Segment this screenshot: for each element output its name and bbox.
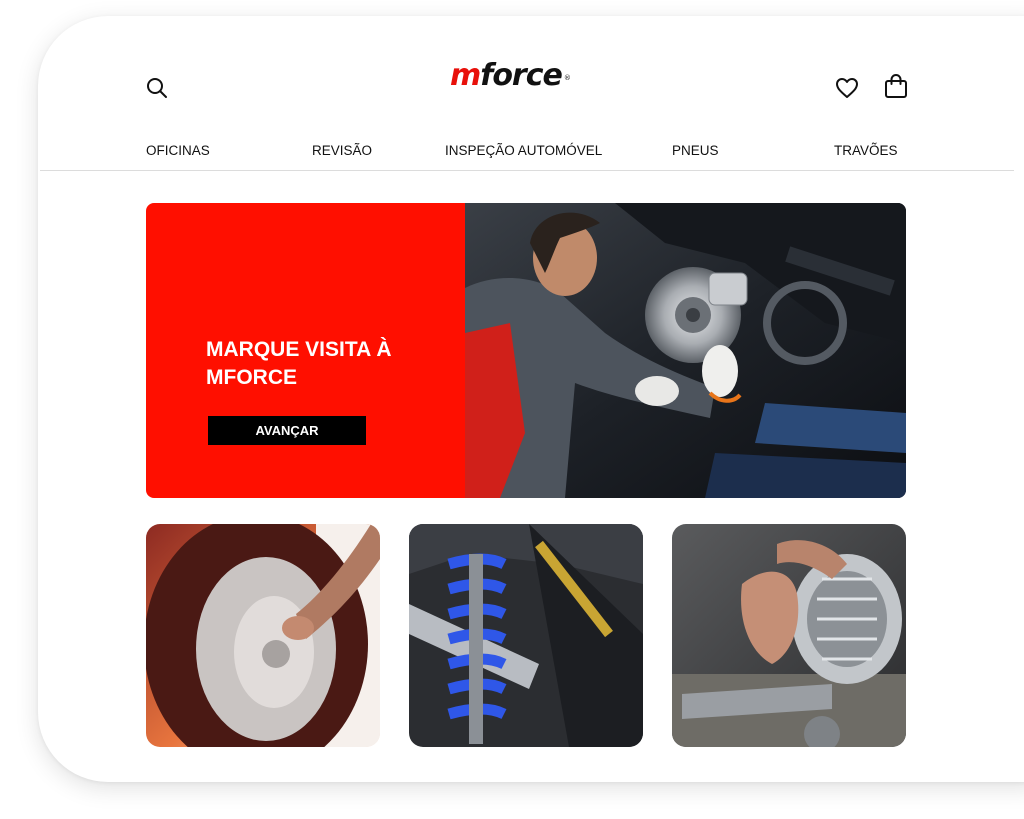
thumb-suspension[interactable]	[409, 524, 643, 747]
mforce-logo[interactable]: mforce ®	[450, 56, 571, 96]
nav-travoes[interactable]: TRAVÕES	[834, 143, 898, 158]
nav-oficinas[interactable]: OFICINAS	[146, 143, 210, 158]
nav-revisao[interactable]: REVISÃO	[312, 143, 372, 158]
heart-icon[interactable]	[832, 73, 862, 103]
search-icon[interactable]	[142, 73, 172, 103]
header-divider	[40, 170, 1014, 171]
hero-title: MARQUE VISITA À MFORCE	[206, 338, 392, 389]
thumb-alternator[interactable]	[672, 524, 906, 747]
shopping-bag-icon[interactable]	[881, 71, 911, 101]
hero-panel: MARQUE VISITA À MFORCE AVANÇAR	[146, 203, 465, 498]
hero-banner: MARQUE VISITA À MFORCE AVANÇAR	[146, 203, 906, 498]
nav-inspecao-automovel[interactable]: INSPEÇÃO AUTOMÓVEL	[445, 143, 602, 158]
logo-text: force	[480, 58, 563, 93]
nav-pneus[interactable]: PNEUS	[672, 143, 719, 158]
registered-mark: ®	[563, 74, 571, 82]
avancar-button[interactable]: AVANÇAR	[208, 416, 366, 445]
hero-mechanic-photo	[465, 203, 906, 498]
thumb-tyre[interactable]	[146, 524, 380, 747]
logo-prefix: m	[450, 58, 481, 93]
